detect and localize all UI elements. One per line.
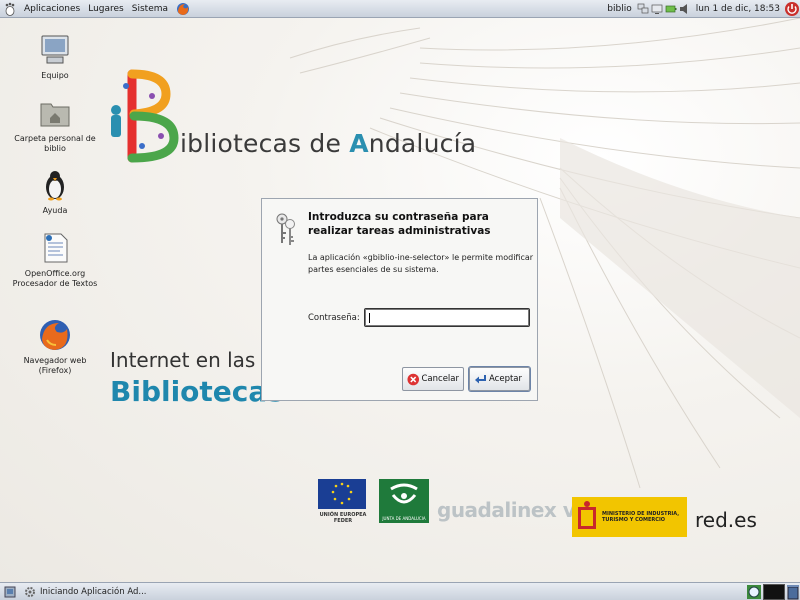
library-logo-text: ibliotecas de Andalucía: [180, 129, 476, 158]
firefox-launcher-icon[interactable]: [172, 0, 194, 18]
password-field[interactable]: [364, 308, 530, 327]
menu-places[interactable]: Lugares: [84, 0, 128, 18]
workspace-1[interactable]: [763, 583, 785, 600]
desktop-icon-firefox[interactable]: Navegador web (Firefox): [10, 318, 100, 376]
show-desktop-button[interactable]: [0, 584, 20, 600]
password-label: Contraseña:: [308, 313, 360, 323]
desktop-icon-label: Ayuda: [42, 206, 68, 215]
clock[interactable]: lun 1 de dic, 18:53: [692, 4, 784, 14]
firefox-icon: [40, 320, 70, 350]
logo-text-part: ndalucía: [368, 129, 477, 158]
show-desktop-icon: [4, 586, 16, 597]
keys-icon: [276, 213, 295, 245]
password-dialog: Introduzca su contraseña para realizar t…: [261, 198, 538, 401]
desktop-icon-label: OpenOffice.org Procesador de Textos: [12, 269, 98, 288]
ministerio-label: MINISTERIO DE INDUSTRIA, TURISMO Y COMER…: [602, 511, 680, 523]
accept-button-label: Aceptar: [489, 374, 522, 384]
junta-emblem-icon: [390, 483, 418, 504]
globe-icon[interactable]: [746, 584, 762, 600]
desktop-icon-label: Equipo: [41, 71, 69, 80]
desktop-icon-help[interactable]: Ayuda: [10, 168, 100, 216]
writer-icon: [44, 233, 68, 263]
trash-icon[interactable]: [786, 584, 800, 600]
bibliotecas-logo-icon: [111, 69, 179, 163]
desktop-icon-home-folder[interactable]: Carpeta personal de biblio: [10, 96, 100, 154]
desktop-icon-writer[interactable]: OpenOffice.org Procesador de Textos: [10, 231, 100, 289]
top-right-tray: biblio lun 1 de dic, 18:53: [603, 0, 800, 18]
text-caret: [369, 313, 370, 323]
cancel-icon: [407, 373, 420, 385]
ministerio-logo: MINISTERIO DE INDUSTRIA, TURISMO Y COMER…: [572, 497, 687, 537]
eu-logo: UNIÓN EUROPEA FEDER: [318, 479, 368, 524]
gear-loading-icon: [25, 586, 35, 597]
network-icon[interactable]: [637, 3, 649, 15]
accept-button[interactable]: Aceptar: [469, 367, 530, 391]
bottom-panel: Iniciando Aplicación Ad...: [0, 582, 800, 600]
desktop-icon-computer[interactable]: Equipo: [10, 33, 100, 81]
internet-heading-line1: Internet en las: [110, 348, 256, 372]
dialog-message: La aplicación «gbiblio-ine-selector» le …: [308, 253, 534, 274]
internet-heading-line2: Bibliotecas: [110, 375, 284, 408]
volume-icon[interactable]: [679, 3, 691, 15]
cancel-button[interactable]: Cancelar: [402, 367, 464, 391]
workspace-switcher: [746, 583, 800, 600]
junta-label: JUNTA DE ANDALUCIA: [382, 516, 426, 521]
menu-system[interactable]: Sistema: [128, 0, 172, 18]
spain-shield-icon: [578, 501, 596, 529]
help-penguin-icon: [46, 171, 64, 201]
taskbar-item[interactable]: Iniciando Aplicación Ad...: [20, 584, 151, 600]
logo-text-part: A: [349, 129, 369, 158]
menu-applications[interactable]: Aplicaciones: [20, 0, 84, 18]
eu-flag-icon: [318, 479, 366, 509]
eu-sub-label: FEDER: [333, 518, 353, 524]
user-name[interactable]: biblio: [603, 0, 635, 18]
redes-logo: red.es: [695, 508, 757, 532]
desktop-icon-label: Navegador web (Firefox): [23, 356, 87, 375]
battery-icon[interactable]: [665, 3, 677, 15]
junta-logo: JUNTA DE ANDALUCIA: [379, 479, 429, 523]
top-panel: Aplicaciones Lugares Sistema biblio lun …: [0, 0, 800, 18]
cancel-button-label: Cancelar: [421, 374, 460, 384]
home-folder-icon: [40, 103, 70, 127]
screen-icon[interactable]: [651, 3, 663, 15]
accept-arrow-icon: [475, 374, 486, 383]
computer-icon: [41, 35, 69, 64]
logo-text-part: ibliotecas: [180, 129, 302, 158]
logo-text-part: de: [301, 129, 350, 158]
gnome-foot-icon[interactable]: [0, 0, 20, 18]
dialog-title: Introduzca su contraseña para realizar t…: [308, 211, 491, 237]
desktop-icon-label: Carpeta personal de biblio: [14, 134, 96, 153]
guadalinex-logo: guadalinex v5: [437, 498, 589, 522]
taskbar-item-label: Iniciando Aplicación Ad...: [40, 586, 147, 597]
power-icon[interactable]: [784, 1, 800, 17]
